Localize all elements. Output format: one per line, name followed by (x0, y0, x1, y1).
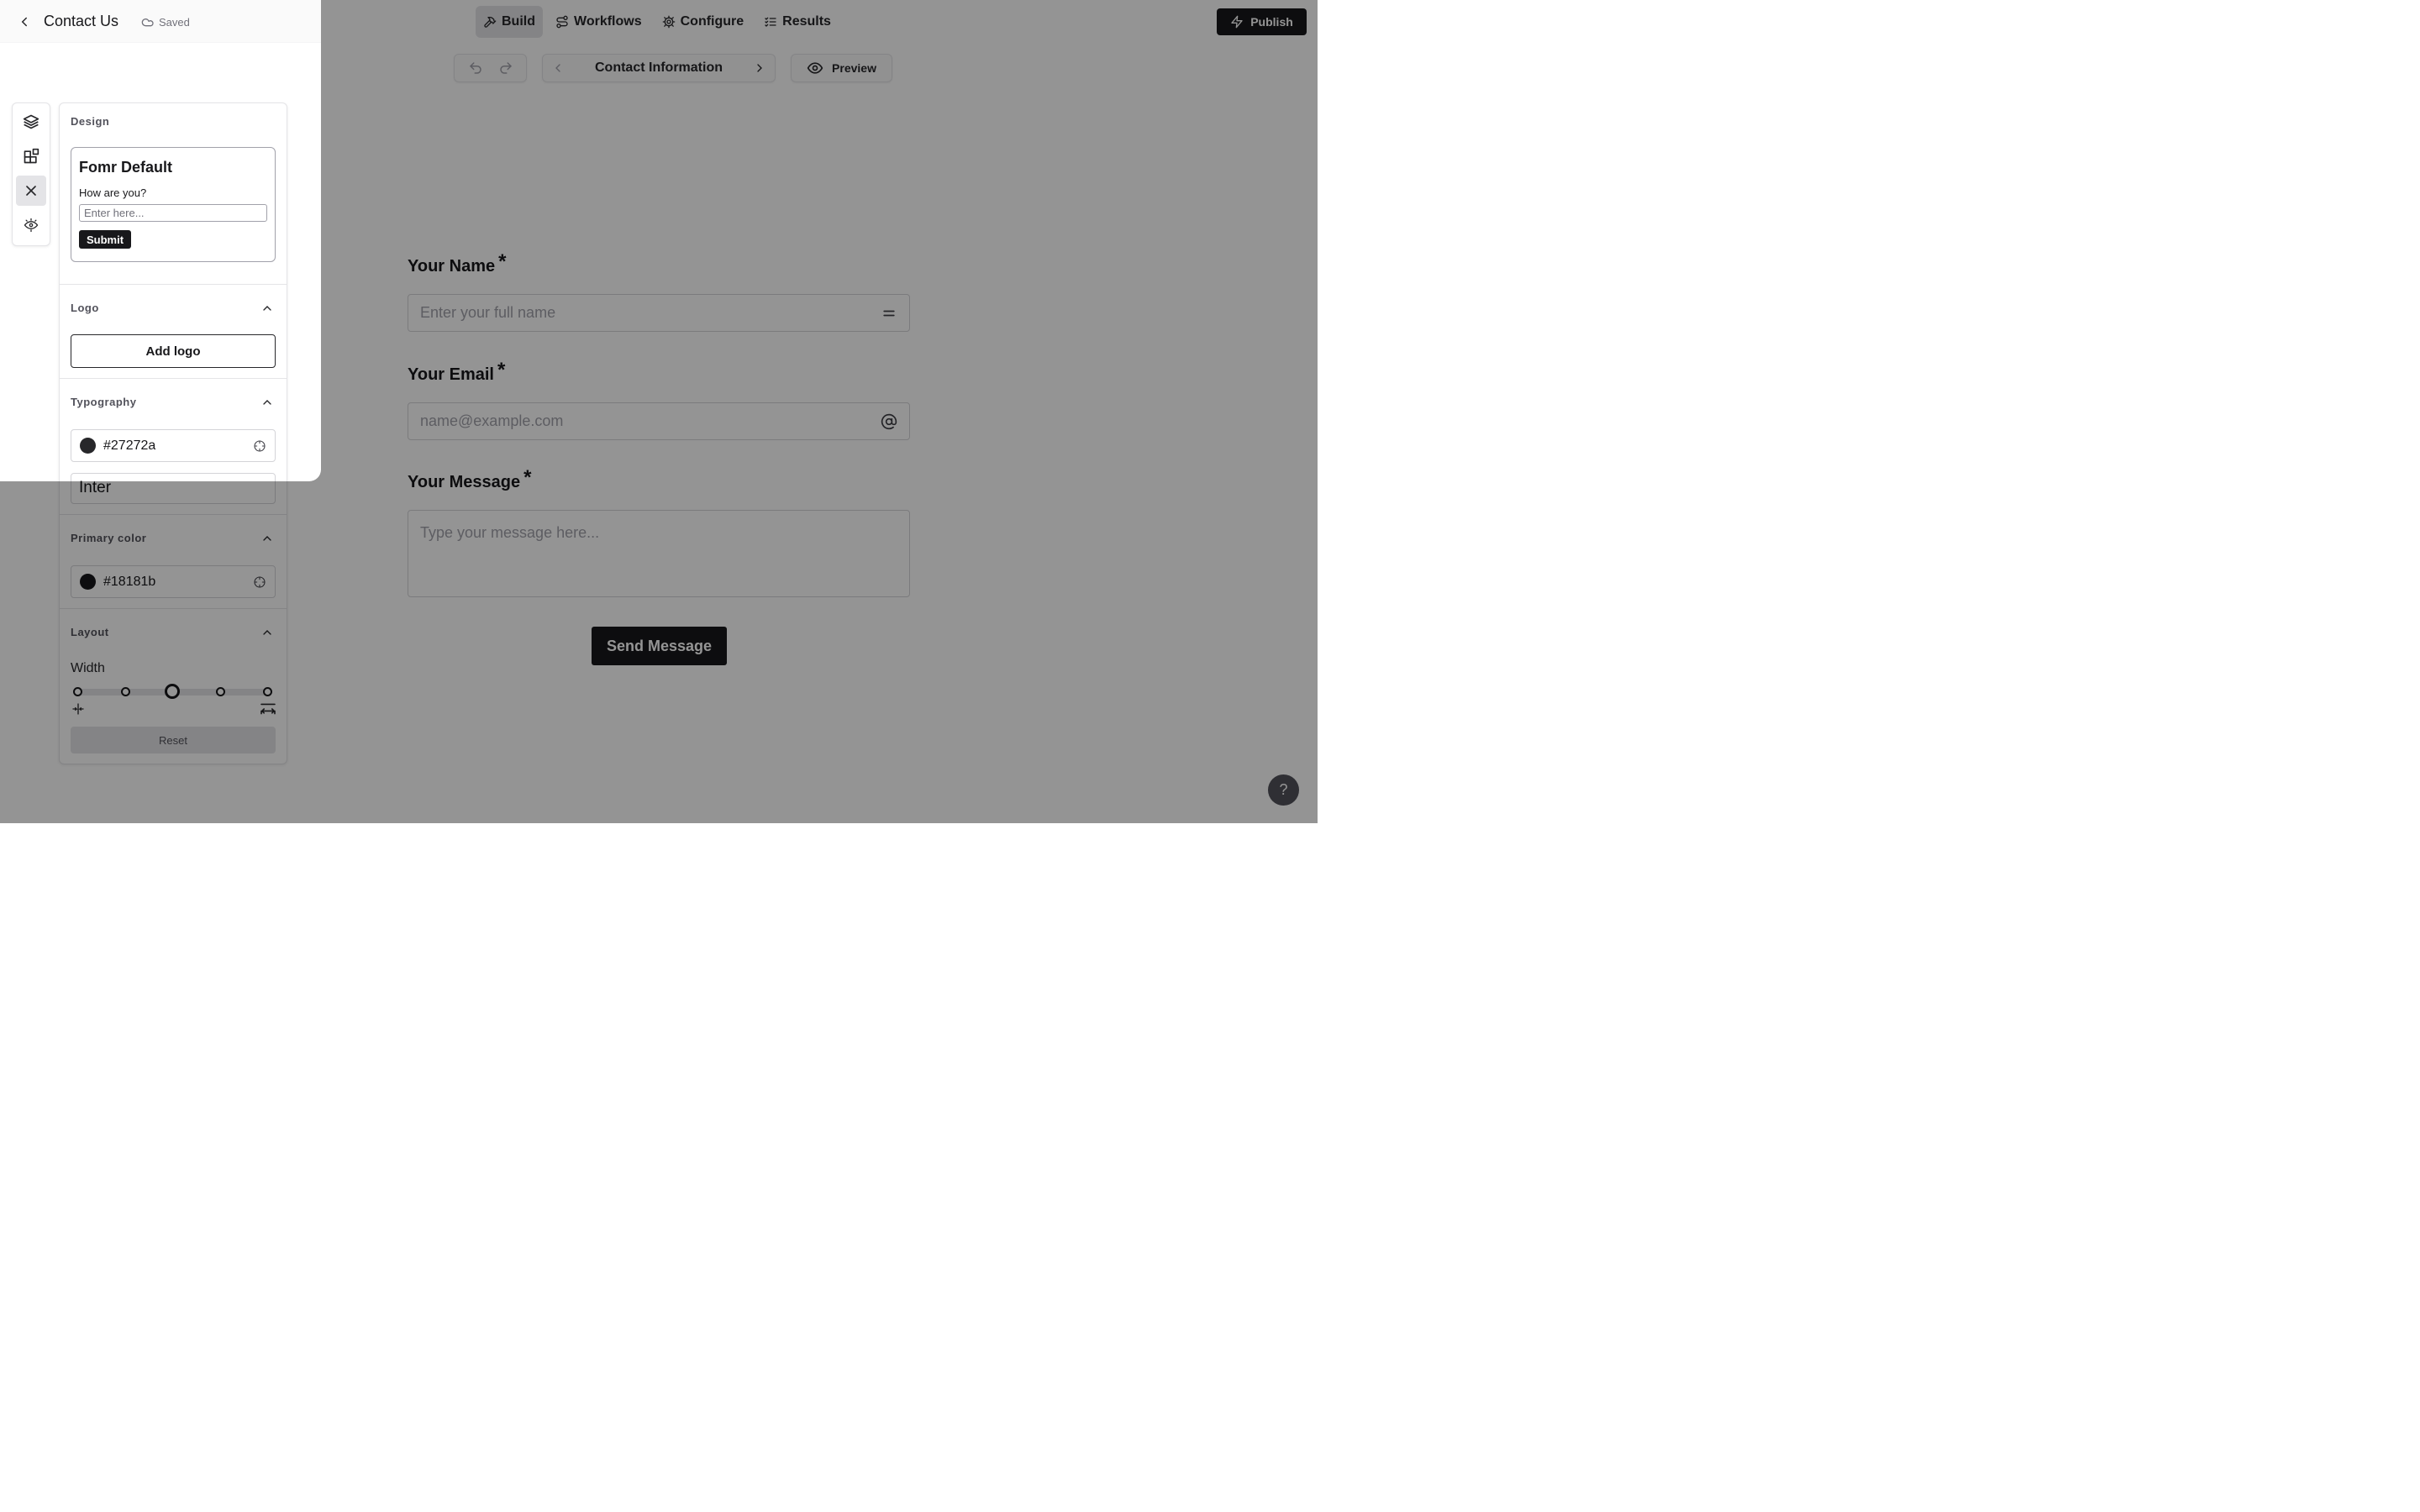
divider (60, 284, 287, 285)
form-name[interactable]: Contact Us (44, 13, 118, 30)
chevron-up-icon[interactable] (260, 396, 274, 409)
typography-color-field[interactable]: #27272a (71, 429, 276, 462)
typography-section-title: Typography (71, 396, 137, 408)
theme-name: Fomr Default (79, 159, 173, 176)
layers-icon (23, 114, 39, 129)
blocks-icon (24, 148, 39, 164)
typography-color-value: #27272a (103, 438, 156, 453)
sheet-header: Contact Us Saved (0, 0, 321, 43)
logo-section-title: Logo (71, 302, 99, 314)
close-icon (26, 186, 36, 196)
theme-submit-preview: Submit (79, 230, 131, 249)
rail-blocks-button[interactable] (16, 141, 46, 171)
add-logo-button[interactable]: Add logo (71, 334, 276, 368)
rail-close-button[interactable] (16, 176, 46, 206)
theme-input-preview: Enter here... (79, 204, 267, 222)
side-rail (12, 102, 50, 246)
font-value: Inter (79, 479, 111, 481)
rail-layers-button[interactable] (16, 107, 46, 137)
design-panel: Design Fomr Default How are you? Enter h… (59, 102, 287, 481)
theme-card[interactable]: Fomr Default How are you? Enter here... … (71, 147, 276, 262)
cloud-icon (141, 18, 154, 27)
crosshair-icon[interactable] (253, 439, 266, 453)
divider (60, 378, 287, 379)
chevron-left-icon[interactable] (17, 14, 32, 29)
chevron-up-icon[interactable] (260, 302, 274, 315)
color-swatch (80, 438, 96, 454)
highlighted-sheet: Contact Us Saved Design Fomr Default How… (0, 0, 321, 481)
save-status-label: Saved (159, 15, 190, 29)
add-logo-label: Add logo (145, 344, 201, 359)
save-status: Saved (141, 15, 190, 29)
font-select[interactable]: Inter (71, 473, 276, 481)
theme-question: How are you? (79, 186, 147, 199)
design-eye-icon (24, 218, 39, 233)
design-title: Design (71, 115, 110, 128)
rail-design-button[interactable] (16, 210, 46, 240)
